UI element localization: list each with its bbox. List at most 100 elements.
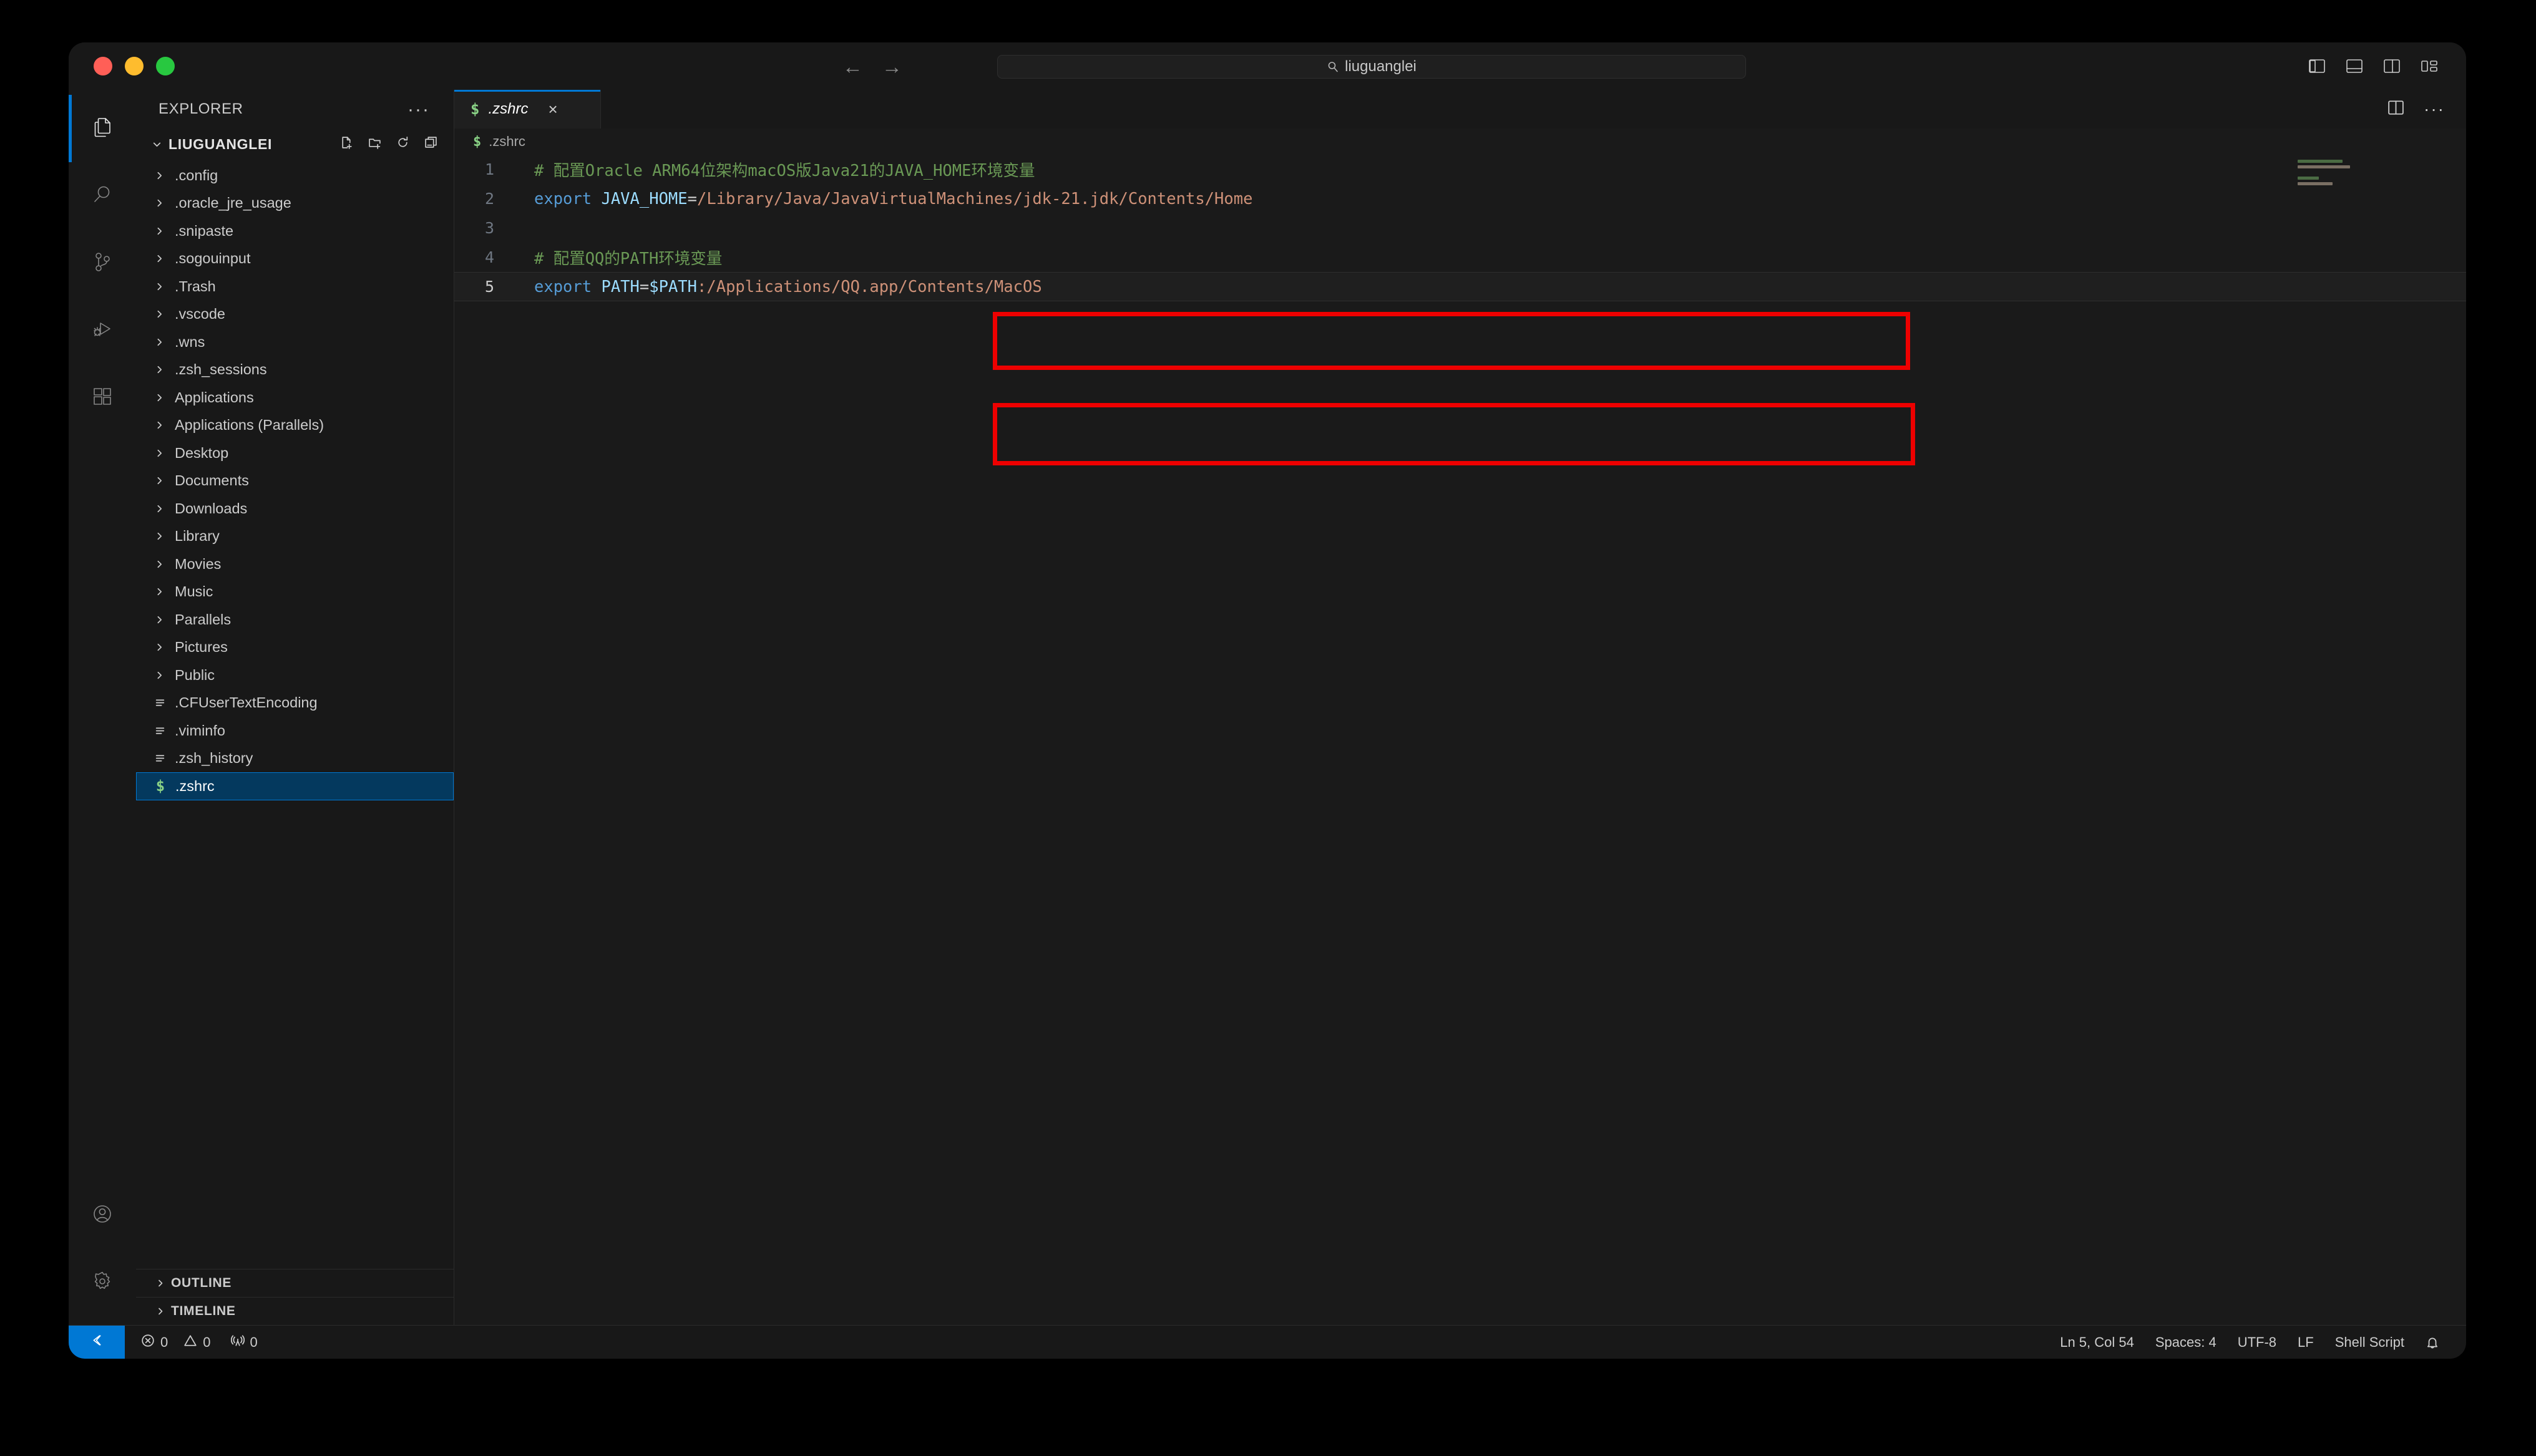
status-editor-eol[interactable]: LF bbox=[2287, 1326, 2324, 1359]
activitybar-item-source-control[interactable] bbox=[69, 230, 136, 297]
line-text[interactable]: export PATH=$PATH:/Applications/QQ.app/C… bbox=[517, 278, 1042, 296]
code-line-1[interactable]: 1 # 配置Oracle ARM64位架构macOS版Java21的JAVA_HO… bbox=[454, 155, 2466, 184]
code-content[interactable]: 1 # 配置Oracle ARM64位架构macOS版Java21的JAVA_HO… bbox=[454, 155, 2466, 1325]
chevron-right-icon[interactable] bbox=[149, 198, 170, 208]
chevron-right-icon[interactable] bbox=[149, 281, 170, 292]
breadcrumb[interactable]: $ .zshrc bbox=[454, 129, 2466, 155]
line-text[interactable]: export JAVA_HOME=/Library/Java/JavaVirtu… bbox=[517, 190, 1252, 208]
file-tree-item-downloads[interactable]: Downloads bbox=[136, 495, 454, 523]
close-icon[interactable]: × bbox=[548, 101, 557, 117]
file-tree-item-config[interactable]: .config bbox=[136, 162, 454, 190]
chevron-right-icon[interactable] bbox=[149, 364, 170, 375]
zoom-window-button[interactable] bbox=[156, 57, 175, 75]
toggle-panel-icon[interactable] bbox=[2346, 59, 2363, 73]
line-text[interactable]: # 配置Oracle ARM64位架构macOS版Java21的JAVA_HOM… bbox=[517, 158, 1035, 181]
new-folder-icon[interactable] bbox=[368, 136, 381, 152]
file-tree-item-zshrc[interactable]: $ .zshrc bbox=[136, 772, 454, 800]
file-tree-item-public[interactable]: Public bbox=[136, 661, 454, 689]
activitybar-item-settings[interactable] bbox=[69, 1249, 136, 1316]
chevron-right-icon[interactable] bbox=[149, 420, 170, 430]
remote-host-indicator[interactable] bbox=[69, 1325, 125, 1359]
new-file-icon[interactable] bbox=[340, 136, 353, 152]
file-tree-item-applications[interactable]: Applications bbox=[136, 384, 454, 412]
explorer-more-actions-icon[interactable]: ··· bbox=[407, 100, 430, 119]
chevron-right-icon bbox=[150, 1278, 171, 1288]
line-text[interactable]: # 配置QQ的PATH环境变量 bbox=[517, 246, 722, 269]
file-tree-item-documents[interactable]: Documents bbox=[136, 467, 454, 495]
close-window-button[interactable] bbox=[94, 57, 112, 75]
file-tree-item-music[interactable]: Music bbox=[136, 578, 454, 606]
file-tree-item-oracle-jre-usage[interactable]: .oracle_jre_usage bbox=[136, 190, 454, 218]
file-tree[interactable]: .config .oracle_jre_usage .snipaste .sogoui… bbox=[136, 160, 454, 1269]
command-center[interactable]: liuguanglei bbox=[997, 55, 1746, 79]
file-tree-item-viminfo[interactable]: .viminfo bbox=[136, 717, 454, 745]
toggle-secondary-sidebar-icon[interactable] bbox=[2384, 59, 2400, 73]
split-editor-right-icon[interactable] bbox=[2388, 100, 2404, 118]
chevron-right-icon[interactable] bbox=[149, 337, 170, 347]
code-line-2[interactable]: 2 export JAVA_HOME=/Library/Java/JavaVirt… bbox=[454, 184, 2466, 213]
outline-section-header[interactable]: OUTLINE bbox=[136, 1269, 454, 1297]
status-editor-language[interactable]: Shell Script bbox=[2324, 1326, 2415, 1359]
chevron-right-icon[interactable] bbox=[149, 392, 170, 403]
timeline-section-header[interactable]: TIMELINE bbox=[136, 1297, 454, 1325]
chevron-right-icon[interactable] bbox=[149, 531, 170, 541]
chevron-right-icon[interactable] bbox=[149, 614, 170, 625]
file-tree-item-zsh-history[interactable]: .zsh_history bbox=[136, 745, 454, 773]
chevron-right-icon[interactable] bbox=[149, 670, 170, 681]
file-tree-item-library[interactable]: Library bbox=[136, 523, 454, 551]
chevron-right-icon[interactable] bbox=[149, 448, 170, 459]
chevron-right-icon[interactable] bbox=[149, 559, 170, 570]
go-forward-icon[interactable]: → bbox=[882, 56, 902, 77]
status-editor-encoding[interactable]: UTF-8 bbox=[2227, 1326, 2287, 1359]
chevron-down-icon[interactable] bbox=[149, 139, 165, 150]
editor-tab-zshrc[interactable]: $ .zshrc × bbox=[454, 90, 601, 129]
file-tree-item-label: .vscode bbox=[175, 306, 225, 323]
status-editor-indentation[interactable]: Spaces: 4 bbox=[2145, 1326, 2227, 1359]
text-editor[interactable]: 1 # 配置Oracle ARM64位架构macOS版Java21的JAVA_HO… bbox=[454, 155, 2466, 1325]
code-line-5[interactable]: 5 export PATH=$PATH:/Applications/QQ.app/… bbox=[454, 272, 2466, 301]
status-problems-errors[interactable]: 0 0 bbox=[131, 1326, 221, 1359]
code-line-4[interactable]: 4 # 配置QQ的PATH环境变量 bbox=[454, 243, 2466, 272]
chevron-right-icon[interactable] bbox=[149, 503, 170, 514]
activitybar-item-search[interactable] bbox=[69, 162, 136, 230]
chevron-right-icon[interactable] bbox=[149, 475, 170, 486]
activitybar-item-accounts[interactable] bbox=[69, 1182, 136, 1249]
file-tree-item-trash[interactable]: .Trash bbox=[136, 273, 454, 301]
file-tree-item-desktop[interactable]: Desktop bbox=[136, 439, 454, 467]
go-back-icon[interactable]: ← bbox=[842, 56, 863, 77]
breadcrumb-item-file[interactable]: .zshrc bbox=[489, 133, 525, 150]
file-tree-item-cfusertextencoding[interactable]: .CFUserTextEncoding bbox=[136, 689, 454, 717]
activitybar-item-run-and-debug[interactable] bbox=[69, 297, 136, 364]
chevron-right-icon[interactable] bbox=[149, 226, 170, 236]
file-tree-item-snipaste[interactable]: .snipaste bbox=[136, 217, 454, 245]
more-editor-actions-icon[interactable]: ··· bbox=[2424, 100, 2445, 118]
file-tree-item-vscode[interactable]: .vscode bbox=[136, 301, 454, 329]
file-tree-item-zsh-sessions[interactable]: .zsh_sessions bbox=[136, 356, 454, 384]
minimap[interactable] bbox=[2298, 160, 2441, 235]
refresh-explorer-icon[interactable] bbox=[396, 136, 409, 152]
file-tree-item-sogouinput[interactable]: .sogouinput bbox=[136, 245, 454, 273]
customize-layout-icon[interactable] bbox=[2421, 59, 2437, 73]
workspace-folder-row[interactable]: LIUGUANGLEI bbox=[136, 129, 454, 160]
activitybar-item-explorer[interactable] bbox=[69, 95, 136, 162]
chevron-right-icon[interactable] bbox=[149, 253, 170, 264]
toggle-primary-sidebar-icon[interactable] bbox=[2309, 59, 2325, 73]
code-line-3[interactable]: 3 bbox=[454, 213, 2466, 243]
chevron-right-icon[interactable] bbox=[149, 642, 170, 653]
file-tree-item-parallels[interactable]: Parallels bbox=[136, 606, 454, 634]
minimize-window-button[interactable] bbox=[125, 57, 144, 75]
notifications-bell-icon[interactable] bbox=[2415, 1326, 2450, 1359]
file-tree-item-wns[interactable]: .wns bbox=[136, 328, 454, 356]
chevron-right-icon[interactable] bbox=[149, 586, 170, 597]
file-tree-item-applications-parallels[interactable]: Applications (Parallels) bbox=[136, 412, 454, 440]
collapse-folders-icon[interactable] bbox=[424, 136, 437, 152]
file-tree-item-label: Library bbox=[175, 528, 220, 545]
explorer-title: EXPLORER bbox=[158, 100, 243, 117]
file-tree-item-pictures[interactable]: Pictures bbox=[136, 634, 454, 662]
activitybar-item-extensions[interactable] bbox=[69, 364, 136, 432]
chevron-right-icon[interactable] bbox=[149, 309, 170, 319]
chevron-right-icon[interactable] bbox=[149, 170, 170, 181]
status-ports[interactable]: 0 bbox=[221, 1326, 268, 1359]
status-editor-position[interactable]: Ln 5, Col 54 bbox=[2049, 1326, 2145, 1359]
file-tree-item-movies[interactable]: Movies bbox=[136, 550, 454, 578]
